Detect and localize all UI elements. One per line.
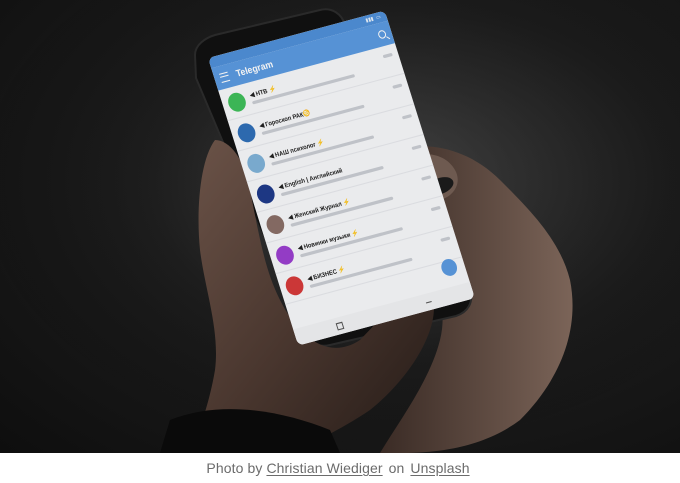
signal-icon: ▮▮▮ — [364, 15, 375, 25]
chat-avatar — [225, 90, 249, 114]
chat-time — [382, 52, 393, 59]
photo: ▮▮▮ ▭ Telegram ◀ НТВ ⚡ ◀ Гороскоп РАК♋ ◀ Н… — [0, 0, 680, 453]
chat-time — [440, 236, 451, 242]
source-link[interactable]: Unsplash — [410, 460, 469, 476]
chat-avatar — [244, 151, 268, 175]
caption-prefix: Photo by — [206, 460, 263, 476]
chat-time — [411, 144, 422, 151]
chat-avatar — [235, 120, 258, 144]
chat-avatar — [283, 273, 306, 297]
battery-icon: ▭ — [375, 14, 382, 22]
chat-time — [421, 175, 432, 181]
back-icon — [425, 300, 432, 304]
menu-icon — [218, 71, 231, 83]
photo-caption: Photo by Christian Wiediger on Unsplash — [0, 453, 680, 483]
compose-button — [439, 257, 460, 278]
caption-middle: on — [388, 460, 405, 476]
chat-avatar — [273, 243, 297, 267]
chat-time — [430, 205, 441, 212]
author-link[interactable]: Christian Wiediger — [266, 460, 382, 476]
chat-avatar — [254, 182, 277, 205]
recents-icon — [335, 321, 345, 330]
chat-avatar — [263, 212, 287, 236]
chat-time — [401, 114, 413, 120]
search-icon — [377, 29, 388, 40]
chat-time — [392, 83, 403, 89]
